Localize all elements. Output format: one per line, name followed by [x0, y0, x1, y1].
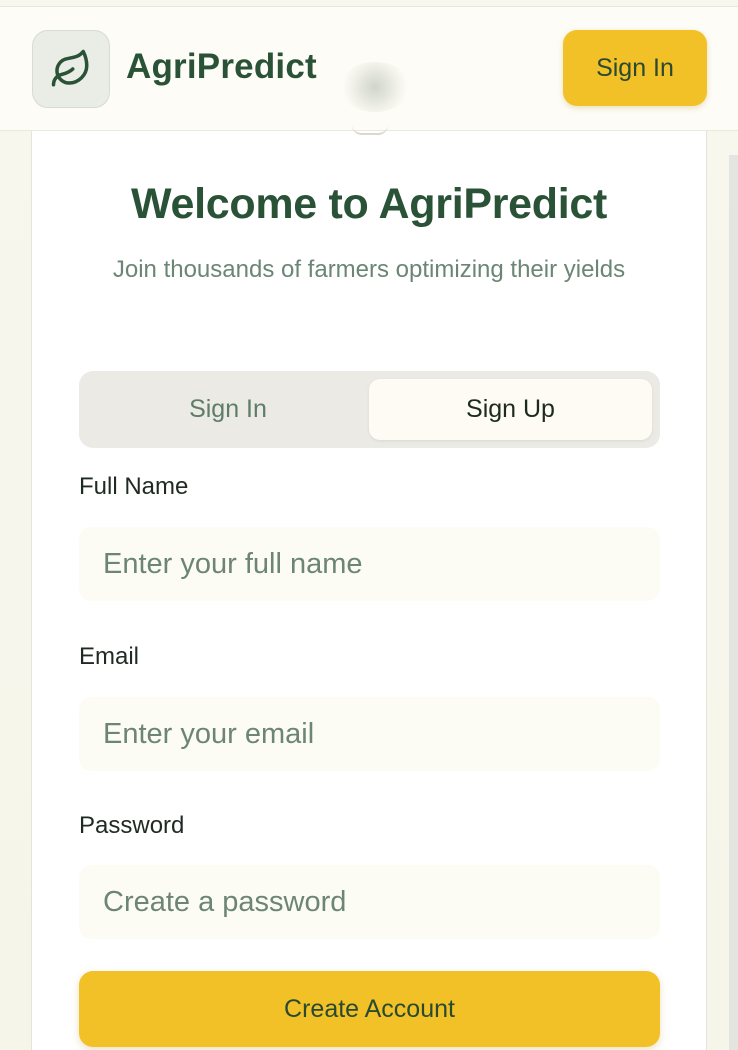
header-sign-in-button[interactable]: Sign In [563, 30, 707, 106]
tab-sign-up[interactable]: Sign Up [369, 379, 652, 440]
brand-name[interactable]: AgriPredict [126, 47, 317, 87]
create-account-button[interactable]: Create Account [79, 971, 660, 1047]
auth-tabs: Sign In Sign Up [79, 371, 660, 448]
full-name-input[interactable] [79, 527, 660, 601]
email-input[interactable] [79, 697, 660, 771]
full-name-label: Full Name [79, 473, 189, 500]
password-input[interactable] [79, 865, 660, 939]
leaf-icon [51, 49, 89, 87]
tab-sign-in[interactable]: Sign In [87, 379, 369, 440]
page: AgriPredict Sign In Welcome to AgriPredi… [0, 0, 738, 1050]
password-label: Password [79, 812, 185, 839]
page-title: Welcome to AgriPredict [130, 180, 608, 228]
app-header: AgriPredict Sign In [0, 7, 738, 131]
scrollbar[interactable] [729, 155, 738, 1050]
logo[interactable] [32, 30, 110, 108]
email-label: Email [79, 643, 140, 670]
page-subtitle: Join thousands of farmers optimizing the… [112, 256, 626, 283]
card-notch [352, 125, 388, 135]
blurred-decoration [340, 62, 410, 112]
